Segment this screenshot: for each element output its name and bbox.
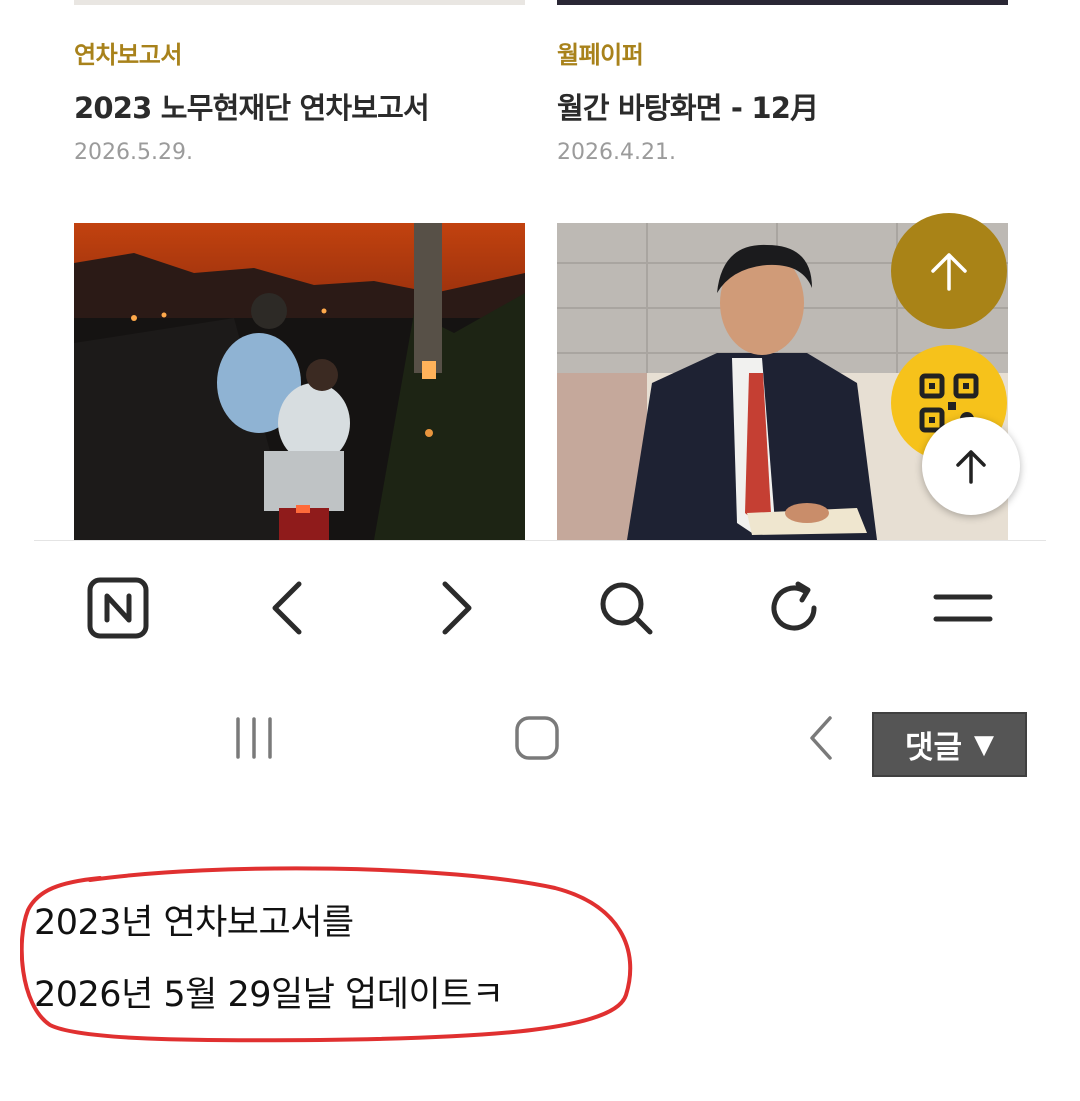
back-button[interactable] [252, 573, 322, 643]
card-category: 월페이퍼 [557, 41, 644, 69]
red-circle-annotation [20, 866, 633, 1043]
refresh-icon [771, 581, 817, 631]
annotation-note: 2023년 연차보고서를 2026년 5월 29일날 업데이트ㅋ [20, 860, 640, 1045]
card-date: 2026.4.21. [557, 140, 676, 165]
card-title[interactable]: 월간 바탕화면 - 12月 [557, 89, 1017, 127]
card-date: 2026.5.29. [74, 140, 193, 165]
card-wallpaper[interactable]: 월페이퍼 월간 바탕화면 - 12月 2026.4.21. [557, 38, 1017, 168]
menu-button[interactable] [928, 573, 998, 643]
page-top-button[interactable] [922, 417, 1020, 515]
comment-label: 댓글 [904, 730, 963, 766]
forward-button[interactable] [422, 573, 492, 643]
dusk-motorbike-photo[interactable] [74, 223, 525, 540]
card-image-top-left[interactable] [74, 0, 525, 5]
naver-home-icon [87, 577, 149, 639]
card-image-top-right[interactable] [557, 0, 1008, 5]
browser-toolbar [34, 540, 1046, 673]
annotation-line-2: 2026년 5월 29일날 업데이트ㅋ [34, 975, 504, 1015]
search-icon [600, 582, 653, 635]
card-annual-report[interactable]: 연차보고서 2023 노무현재단 연차보고서 2026.5.29. [74, 38, 534, 168]
back-icon [810, 716, 832, 760]
system-back-button[interactable] [796, 710, 846, 766]
search-button[interactable] [591, 573, 661, 643]
home-button[interactable] [507, 710, 567, 766]
annotation-line-1: 2023년 연차보고서를 [34, 903, 354, 943]
recent-apps-button[interactable] [222, 710, 286, 766]
arrow-up-icon [931, 253, 967, 291]
chevron-down-icon: ▼ [974, 729, 995, 760]
naver-home-button[interactable] [83, 573, 153, 643]
back-icon [272, 581, 302, 635]
home-icon [515, 716, 559, 760]
refresh-button[interactable] [759, 573, 829, 643]
scroll-top-button[interactable] [891, 213, 1007, 329]
comment-toggle-button[interactable]: 댓글 ▼ [872, 712, 1027, 777]
recent-apps-icon [236, 717, 272, 759]
arrow-up-icon [956, 450, 986, 484]
forward-icon [442, 581, 472, 635]
card-category: 연차보고서 [74, 41, 182, 69]
card-title[interactable]: 2023 노무현재단 연차보고서 [74, 89, 534, 127]
menu-icon [933, 594, 993, 622]
